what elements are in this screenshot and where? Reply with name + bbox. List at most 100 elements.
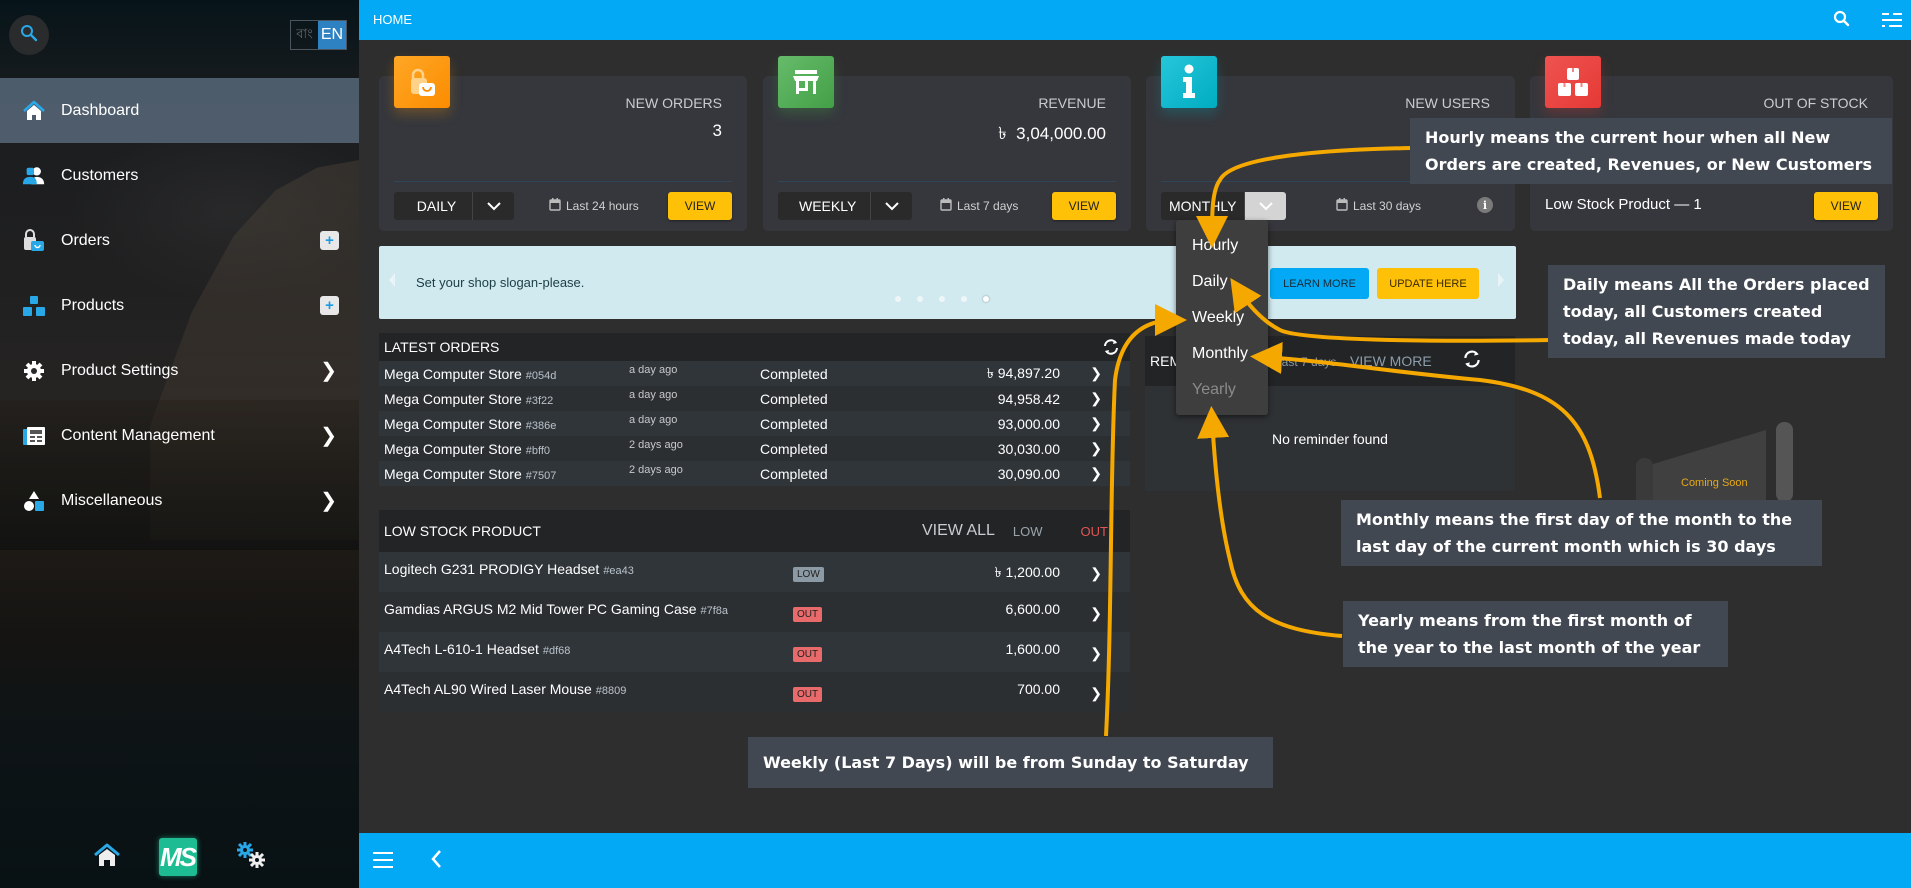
latest-orders-panel: LATEST ORDERS Mega Computer Store #054d a … [379, 333, 1130, 486]
order-store: Mega Computer Store #054d [384, 366, 556, 382]
card-value: ৳ 3,04,000.00 [998, 124, 1106, 143]
store-name: Mega Computer Store [384, 415, 522, 432]
view-revenue-button[interactable]: VIEW [1052, 192, 1116, 220]
add-product-button[interactable]: + [320, 296, 339, 315]
update-here-button[interactable]: UPDATE HERE [1377, 268, 1479, 299]
dropdown-option-daily[interactable]: Daily [1192, 273, 1228, 291]
order-store: Mega Computer Store #3f22 [384, 391, 553, 407]
date-range-label: Last 30 days [1353, 199, 1422, 213]
sidebar-item-label: Product Settings [61, 361, 179, 379]
new-orders-card: NEW ORDERS 3 DAILY Last 24 hours VIEW [379, 56, 747, 231]
refresh-icon[interactable] [1102, 338, 1120, 359]
chevron-right-icon[interactable]: ❯ [1090, 365, 1102, 382]
refresh-icon[interactable] [1462, 349, 1482, 372]
chevron-down-icon[interactable] [871, 192, 912, 220]
carousel-dot-active[interactable] [983, 296, 989, 302]
low-stock-row[interactable]: A4Tech AL90 Wired Laser Mouse #8809 OUT 700… [379, 672, 1130, 712]
order-time: 2 days ago [629, 439, 683, 451]
order-row[interactable]: Mega Computer Store #386e a day ago Complet… [379, 411, 1130, 436]
chevron-right-icon[interactable]: ❯ [1090, 390, 1102, 407]
order-row[interactable]: Mega Computer Store #7507 2 days ago Comple… [379, 461, 1130, 486]
add-order-button[interactable]: + [320, 231, 339, 250]
filter-low-tab[interactable]: LOW [1013, 524, 1043, 539]
sidebar-item-customers[interactable]: Customers [0, 143, 359, 208]
carousel-dot[interactable] [961, 296, 967, 302]
sidebar-item-orders[interactable]: Orders + [0, 208, 359, 273]
chevron-down-icon[interactable] [473, 192, 514, 220]
order-row[interactable]: Mega Computer Store #3f22 a day ago Complet… [379, 386, 1130, 411]
filter-out-tab[interactable]: OUT [1081, 524, 1108, 539]
dropdown-option-weekly[interactable]: Weekly [1192, 309, 1244, 327]
view-all-link[interactable]: VIEW ALL [922, 522, 995, 540]
language-bangla[interactable]: বাং [291, 21, 318, 49]
order-row[interactable]: Mega Computer Store #bff0 2 days ago Comple… [379, 436, 1130, 461]
dropdown-option-yearly[interactable]: Yearly [1192, 381, 1236, 399]
language-english[interactable]: EN [318, 21, 346, 49]
learn-more-button[interactable]: LEARN MORE [1270, 268, 1369, 299]
page-title: HOME [373, 12, 412, 27]
hamburger-menu-icon[interactable] [373, 851, 393, 874]
view-more-link[interactable]: VIEW MORE [1350, 353, 1432, 369]
carousel-dot[interactable] [895, 296, 901, 302]
card-label: REVENUE [1038, 95, 1106, 111]
chevron-right-icon[interactable]: ❯ [1090, 605, 1102, 622]
callout-weekly: Weekly (Last 7 Days) will be from Sunday… [748, 737, 1273, 788]
chevron-down-icon[interactable] [1245, 192, 1287, 220]
view-out-of-stock-button[interactable]: VIEW [1814, 192, 1878, 220]
chevron-right-icon: ❯ [320, 490, 337, 512]
sidebar-item-label: Dashboard [61, 101, 140, 119]
sidebar-item-dashboard[interactable]: Dashboard [0, 78, 359, 143]
product-id: #df68 [542, 645, 571, 657]
low-stock-row[interactable]: Gamdias ARGUS M2 Mid Tower PC Gaming Cas… [379, 592, 1130, 632]
sidebar-item-product-settings[interactable]: Product Settings ❯ [0, 338, 359, 403]
carousel-dot[interactable] [939, 296, 945, 302]
chevron-right-icon[interactable]: ❯ [1090, 645, 1102, 662]
sidebar-item-products[interactable]: Products + [0, 273, 359, 338]
callout-hourly: Hourly means the current hour when all N… [1410, 118, 1892, 184]
settings-gears-icon[interactable] [235, 841, 267, 874]
view-new-orders-button[interactable]: VIEW [668, 192, 732, 220]
order-row[interactable]: Mega Computer Store #054d a day ago Complet… [379, 361, 1130, 386]
sidebar-search-button[interactable] [9, 15, 49, 55]
product-name-cell: Gamdias ARGUS M2 Mid Tower PC Gaming Cas… [384, 601, 728, 617]
sidebar-item-content-management[interactable]: Content Management ❯ [0, 403, 359, 468]
carousel-dot[interactable] [917, 296, 923, 302]
product-name: A4Tech AL90 Wired Laser Mouse [384, 681, 592, 697]
low-stock-row[interactable]: A4Tech L-610-1 Headset #df68 OUT 1,600.00 ❯ [379, 632, 1130, 672]
order-time: 2 days ago [629, 464, 683, 476]
chevron-right-icon[interactable]: ❯ [1090, 415, 1102, 432]
period-select-value: DAILY [394, 192, 473, 220]
dropdown-option-monthly[interactable]: Monthly [1192, 345, 1248, 363]
carousel-prev-button[interactable] [389, 273, 395, 287]
chevron-right-icon[interactable]: ❯ [1090, 465, 1102, 482]
calendar-icon [1336, 198, 1348, 214]
chevron-right-icon[interactable]: ❯ [1090, 565, 1102, 582]
period-select[interactable]: WEEKLY [778, 192, 913, 220]
period-select[interactable]: DAILY [394, 192, 514, 220]
order-status: Completed [760, 390, 828, 407]
period-select[interactable]: MONTHLY [1161, 192, 1287, 220]
bottom-bar [359, 833, 1911, 888]
chevron-right-icon[interactable]: ❯ [1090, 685, 1102, 702]
date-range: Last 24 hours [549, 198, 639, 214]
period-dropdown-menu: Hourly Daily Weekly Monthly Yearly [1176, 220, 1268, 415]
back-arrow-icon[interactable] [430, 849, 442, 875]
language-switcher[interactable]: বাং EN [290, 20, 347, 50]
revenue-card: REVENUE ৳ 3,04,000.00 WEEKLY Last 7 days… [763, 56, 1131, 231]
sidebar-item-miscellaneous[interactable]: Miscellaneous ❯ [0, 468, 359, 533]
low-stock-row[interactable]: Logitech G231 PRODIGY Headset #ea43 LOW ৳ 1… [379, 552, 1130, 592]
sidebar-item-label: Customers [61, 166, 139, 184]
info-icon[interactable]: i [1477, 197, 1493, 213]
options-menu-icon[interactable] [1881, 11, 1903, 34]
order-amount: 30,030.00 [997, 440, 1060, 457]
search-icon[interactable] [1833, 10, 1851, 33]
sidebar-item-label: Products [61, 296, 125, 314]
home-icon[interactable] [93, 842, 121, 873]
carousel-next-button[interactable] [1498, 273, 1504, 287]
low-stock-panel: LOW STOCK PRODUCT VIEW ALL LOW OUT Logit… [379, 510, 1130, 712]
app-logo[interactable]: MS [158, 838, 197, 876]
dropdown-option-hourly[interactable]: Hourly [1192, 237, 1238, 255]
chevron-right-icon[interactable]: ❯ [1090, 440, 1102, 457]
panel-title: LATEST ORDERS [384, 339, 500, 355]
order-status: Completed [760, 440, 828, 457]
